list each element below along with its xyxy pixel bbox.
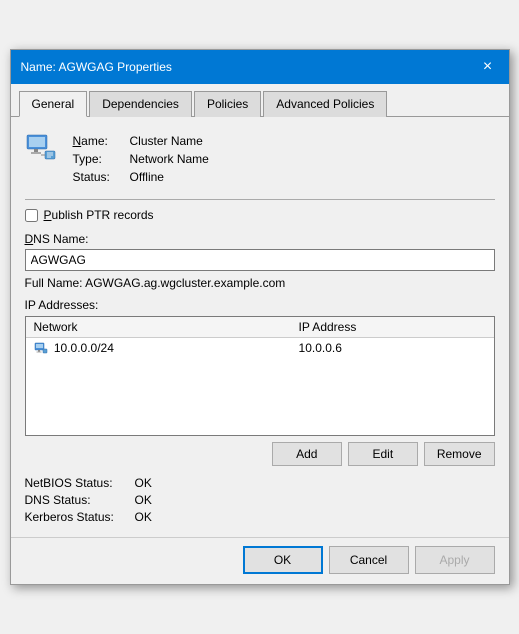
dns-name-input[interactable] <box>25 249 495 271</box>
tab-advanced-policies[interactable]: Advanced Policies <box>263 91 387 117</box>
ip-address-column-header: IP Address <box>291 317 494 338</box>
network-name-icon <box>25 133 57 165</box>
network-row-icon <box>34 342 48 356</box>
edit-button[interactable]: Edit <box>348 442 418 466</box>
ip-table-row[interactable]: 10.0.0.0/24 10.0.0.6 <box>26 338 494 359</box>
ok-button[interactable]: OK <box>243 546 323 574</box>
ip-action-buttons: Add Edit Remove <box>25 442 495 466</box>
publish-ptr-checkbox[interactable] <box>25 209 38 222</box>
tab-content: Name: Cluster Name Type: Network Name St… <box>11 117 509 537</box>
status-label: Status: <box>73 169 128 185</box>
status-value: Offline <box>130 169 213 185</box>
close-button[interactable]: × <box>477 56 499 78</box>
name-label: Name: <box>73 133 128 149</box>
dns-status-value: OK <box>135 493 152 507</box>
divider-1 <box>25 199 495 200</box>
type-value: Network Name <box>130 151 213 167</box>
properties-dialog: Name: AGWGAG Properties × General Depend… <box>10 49 510 585</box>
publish-ptr-label: Publish PTR records <box>44 208 154 222</box>
apply-button[interactable]: Apply <box>415 546 495 574</box>
network-column-header: Network <box>26 317 291 338</box>
dialog-footer: OK Cancel Apply <box>11 537 509 584</box>
dns-name-label: DNS Name: <box>25 232 495 246</box>
kerberos-status-row: Kerberos Status: OK <box>25 510 495 524</box>
ip-addresses-table: Network IP Address 10.0.0.0/24 10.0.0.6 <box>26 317 494 359</box>
full-name-text: Full Name: AGWGAG.ag.wgcluster.example.c… <box>25 276 495 290</box>
ip-addresses-label: IP Addresses: <box>25 298 495 312</box>
tab-general[interactable]: General <box>19 91 88 117</box>
kerberos-status-label: Kerberos Status: <box>25 510 135 524</box>
tab-dependencies[interactable]: Dependencies <box>89 91 192 117</box>
netbios-status-value: OK <box>135 476 152 490</box>
ip-addresses-table-container: Network IP Address 10.0.0.0/24 10.0.0.6 <box>25 316 495 436</box>
status-section: NetBIOS Status: OK DNS Status: OK Kerber… <box>25 476 495 524</box>
network-cell: 10.0.0.0/24 <box>26 338 291 359</box>
kerberos-status-value: OK <box>135 510 152 524</box>
cancel-button[interactable]: Cancel <box>329 546 409 574</box>
remove-button[interactable]: Remove <box>424 442 495 466</box>
tab-policies[interactable]: Policies <box>194 91 261 117</box>
name-underline-char: Name: <box>73 134 108 148</box>
dialog-title: Name: AGWGAG Properties <box>21 60 172 74</box>
netbios-status-label: NetBIOS Status: <box>25 476 135 490</box>
name-value: Cluster Name <box>130 133 213 149</box>
title-bar: Name: AGWGAG Properties × <box>11 50 509 84</box>
tab-bar: General Dependencies Policies Advanced P… <box>11 84 509 117</box>
dns-status-label: DNS Status: <box>25 493 135 507</box>
info-table: Name: Cluster Name Type: Network Name St… <box>71 131 215 187</box>
netbios-status-row: NetBIOS Status: OK <box>25 476 495 490</box>
publish-ptr-row: Publish PTR records <box>25 208 495 222</box>
resource-info: Name: Cluster Name Type: Network Name St… <box>25 131 495 187</box>
add-button[interactable]: Add <box>272 442 342 466</box>
resource-icon <box>25 133 57 168</box>
dns-status-row: DNS Status: OK <box>25 493 495 507</box>
ip-address-cell: 10.0.0.6 <box>291 338 494 359</box>
type-label: Type: <box>73 151 128 167</box>
